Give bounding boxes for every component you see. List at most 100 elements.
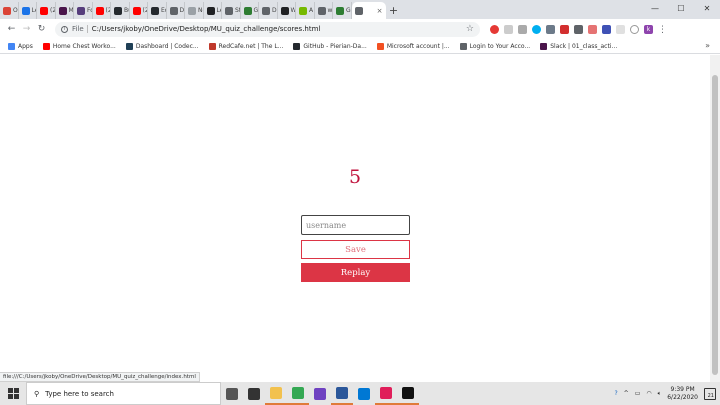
tab[interactable]: Fo: [74, 2, 93, 19]
tab[interactable]: Gi: [241, 2, 259, 19]
battery-icon[interactable]: ▭: [635, 390, 641, 397]
bookmark-item[interactable]: GitHub - Pierian-Da...: [293, 42, 367, 50]
task-view-icon[interactable]: [221, 382, 243, 405]
extension-icon[interactable]: [574, 24, 583, 34]
menu-dots-icon[interactable]: ⋮: [658, 25, 667, 35]
maximize-button[interactable]: ☐: [668, 0, 694, 16]
notifications-icon[interactable]: 21: [704, 387, 716, 400]
globe-icon: [459, 42, 467, 50]
url-text[interactable]: C:/Users/jkoby/OneDrive/Desktop/MU_quiz_…: [92, 25, 321, 33]
forward-button[interactable]: →: [19, 22, 34, 37]
new-tab-button[interactable]: +: [386, 2, 402, 19]
save-button[interactable]: Save: [301, 240, 410, 259]
tab[interactable]: Gi: [333, 2, 352, 19]
status-url-bubble: file:///C:/Users/jkoby/OneDrive/Desktop/…: [0, 372, 200, 382]
start-button[interactable]: [0, 382, 26, 405]
extension-icon[interactable]: [546, 24, 555, 34]
extension-icon[interactable]: [630, 24, 639, 34]
extension-icon[interactable]: [602, 24, 611, 34]
windows-logo-icon: [7, 388, 19, 399]
apps-grid-icon: [8, 42, 15, 50]
address-bar[interactable]: i File C:/Users/jkoby/OneDrive/Desktop/M…: [55, 21, 480, 37]
extension-icon[interactable]: [616, 24, 625, 34]
file-explorer-icon[interactable]: [265, 382, 287, 405]
bookmark-item[interactable]: Microsoft account |...: [376, 42, 450, 50]
tab[interactable]: St: [222, 2, 241, 19]
tab-label: w: [327, 7, 333, 14]
chrome-icon[interactable]: [287, 382, 309, 405]
github-icon: [114, 6, 122, 15]
bookmark-label: Microsoft account |...: [386, 42, 450, 50]
minimize-button[interactable]: —: [642, 0, 668, 16]
username-input[interactable]: [301, 215, 410, 235]
network-icon[interactable]: ◠: [646, 390, 651, 397]
tab[interactable]: Bu: [111, 2, 130, 19]
scrollbar[interactable]: [710, 55, 720, 382]
extension-icon[interactable]: [504, 24, 513, 34]
close-tab-icon[interactable]: ×: [377, 7, 383, 15]
clock[interactable]: 9:39 PM 6/22/2020: [667, 386, 698, 402]
bookmarks-overflow-icon[interactable]: »: [705, 41, 710, 50]
volume-icon[interactable]: 🔈︎: [658, 390, 662, 398]
youtube-icon: [132, 6, 141, 15]
extension-icon[interactable]: [588, 24, 597, 34]
tab-active[interactable]: ×: [351, 2, 386, 19]
bookmark-item[interactable]: RedCafe.net | The L...: [208, 42, 283, 50]
tab[interactable]: M: [56, 2, 74, 19]
bookmark-item[interactable]: Slack | 01_class_acti...: [540, 42, 618, 50]
globe-icon: [262, 6, 270, 15]
slack-icon[interactable]: [375, 382, 397, 405]
microsoft-icon: [376, 42, 384, 50]
tab[interactable]: Le: [204, 2, 222, 19]
bookmark-label: Slack | 01_class_acti...: [550, 42, 618, 50]
tab-strip: OrLe(2)MFo(2)Bu(2)EdDiNew TLeStGiDiWAwGi…: [0, 0, 720, 19]
back-button[interactable]: ←: [4, 22, 19, 37]
tab[interactable]: w: [315, 2, 333, 19]
bookmark-item[interactable]: Login to Your Acco...: [459, 42, 530, 50]
bookmark-star-icon[interactable]: ☆: [466, 24, 474, 34]
replay-button[interactable]: Replay: [301, 263, 410, 282]
tab[interactable]: (2): [37, 2, 56, 19]
close-window-button[interactable]: ✕: [694, 0, 720, 16]
tab[interactable]: Or: [0, 2, 19, 19]
bootstrap-icon: [77, 6, 85, 15]
tab[interactable]: Di: [167, 2, 185, 19]
github-icon: [151, 6, 159, 15]
vscode-icon[interactable]: [353, 382, 375, 405]
terminal-icon[interactable]: [397, 382, 419, 405]
youtube-icon: [40, 6, 48, 15]
word-icon[interactable]: [331, 382, 353, 405]
bookmark-label: Dashboard | Codec...: [135, 42, 199, 50]
tab[interactable]: Le: [19, 2, 37, 19]
windows-taskbar: ⚲ Type here to search: [0, 382, 720, 405]
tab[interactable]: Ed: [148, 2, 167, 19]
bookmark-item[interactable]: Home Chest Worko...: [42, 42, 116, 50]
codecademy-icon: [125, 42, 133, 50]
cortana-icon[interactable]: [243, 382, 265, 405]
app-glyph: [358, 387, 370, 400]
tab-label: M: [68, 7, 74, 14]
extensions-area: k ⋮: [490, 24, 667, 35]
tab[interactable]: A: [296, 2, 315, 19]
tab[interactable]: (2): [130, 2, 148, 19]
tab[interactable]: New T: [185, 2, 204, 19]
skype-extension-icon[interactable]: [532, 24, 541, 34]
app-glyph: [292, 386, 304, 399]
help-icon[interactable]: ?: [614, 390, 617, 397]
scrollbar-thumb[interactable]: [712, 75, 718, 375]
taskbar-search[interactable]: ⚲ Type here to search: [26, 382, 221, 405]
github-desktop-icon[interactable]: [309, 382, 331, 405]
opera-extension-icon[interactable]: [490, 24, 499, 34]
tab-label: Gi: [346, 7, 351, 14]
bookmark-item[interactable]: Apps: [8, 42, 33, 50]
profile-avatar[interactable]: k: [644, 24, 653, 34]
chevron-up-icon[interactable]: ^: [624, 390, 629, 397]
bookmark-item[interactable]: Dashboard | Codec...: [125, 42, 199, 50]
tab[interactable]: (2): [93, 2, 111, 19]
extension-icon[interactable]: [518, 24, 527, 34]
tab[interactable]: Di: [259, 2, 278, 19]
shield-extension-icon[interactable]: [560, 24, 569, 34]
tab[interactable]: W: [278, 2, 296, 19]
info-icon[interactable]: i: [61, 25, 68, 33]
reload-button[interactable]: ↻: [34, 22, 49, 37]
